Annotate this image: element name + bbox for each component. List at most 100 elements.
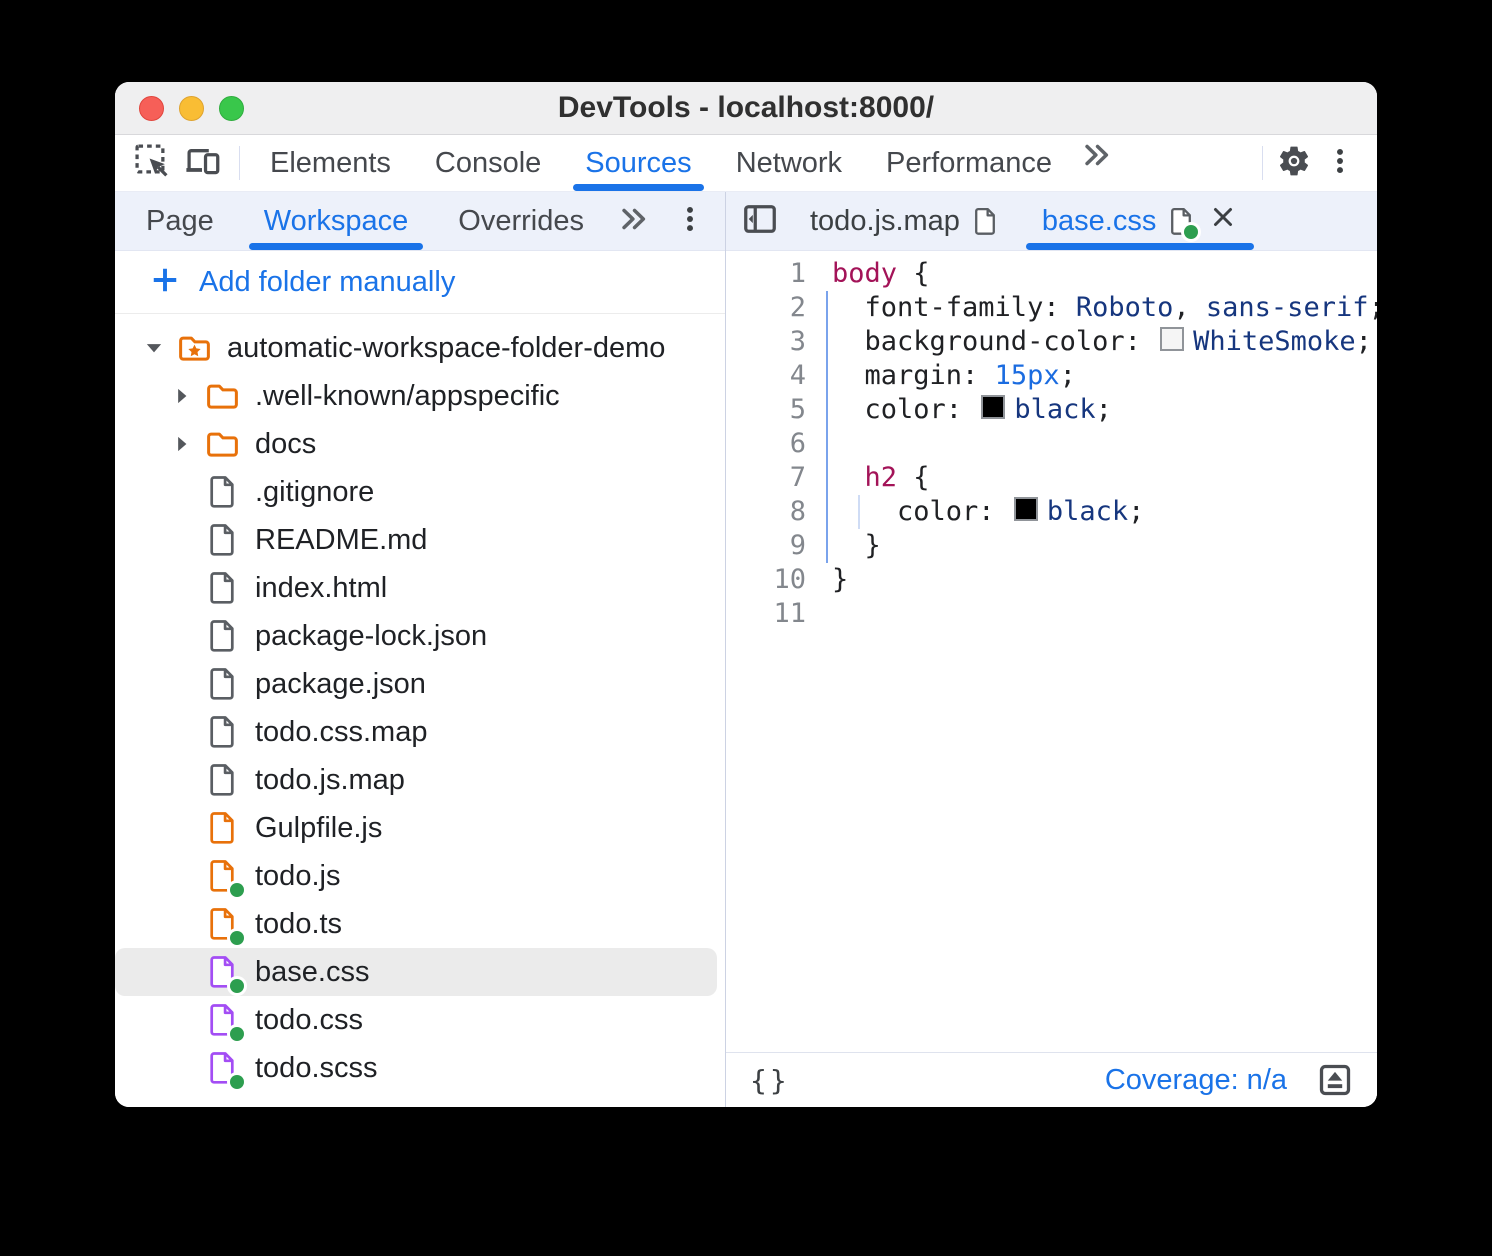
line-number[interactable]: 3 [726, 325, 806, 359]
tab-performance[interactable]: Performance [864, 135, 1074, 191]
caret-right-icon[interactable] [171, 433, 203, 455]
line-number[interactable]: 5 [726, 393, 806, 427]
line-number[interactable]: 2 [726, 291, 806, 325]
modified-dot [230, 1075, 244, 1089]
minimize-window-button[interactable] [179, 96, 204, 121]
tab-label: base.css [1042, 205, 1156, 238]
file-icon [203, 905, 241, 943]
tree-item-index-html[interactable]: index.html [115, 564, 725, 612]
kebab-menu-icon [1323, 144, 1357, 183]
tab-overrides[interactable]: Overrides [433, 192, 609, 250]
tab-label: Network [736, 147, 842, 180]
zoom-window-button[interactable] [219, 96, 244, 121]
toolbar-right-icons [1254, 135, 1377, 191]
window-title: DevTools - localhost:8000/ [115, 91, 1377, 125]
device-toolbar-button[interactable] [179, 141, 225, 185]
line-number[interactable]: 1 [726, 257, 806, 291]
code-text: { [897, 462, 930, 493]
inspect-button[interactable] [129, 141, 175, 185]
color-swatch[interactable] [1014, 497, 1038, 521]
code-line-content: font-family: Roboto, sans-serif; [806, 291, 1377, 325]
add-folder-button[interactable]: Add folder manually [115, 251, 725, 314]
eject-icon[interactable] [1317, 1062, 1353, 1098]
tree-item-base-css[interactable]: base.css [115, 948, 717, 996]
kebab-menu-icon [673, 202, 707, 241]
code-line-content: } [806, 563, 1377, 597]
file-icon [203, 857, 241, 895]
tab-sources[interactable]: Sources [563, 135, 713, 191]
tree-item-label: todo.scss [255, 1052, 378, 1085]
file-icon [203, 569, 241, 607]
css-value: black [1014, 394, 1095, 425]
tree-item-automatic-workspace-folder-demo[interactable]: automatic-workspace-folder-demo [115, 324, 725, 372]
editor-tab-todo-js-map[interactable]: todo.js.map [788, 192, 1020, 250]
line-number[interactable]: 9 [726, 529, 806, 563]
navigator-toggle-button[interactable] [732, 192, 788, 250]
tree-item-todo-scss[interactable]: todo.scss [115, 1044, 725, 1092]
line-number[interactable]: 4 [726, 359, 806, 393]
navigator-menu-button[interactable] [673, 192, 725, 250]
indent-guide [858, 495, 860, 529]
close-window-button[interactable] [139, 96, 164, 121]
more-navigator-tabs-button[interactable] [609, 192, 659, 250]
more-panels-button[interactable] [1074, 135, 1120, 179]
settings-button[interactable] [1271, 141, 1317, 185]
file-icon [203, 521, 241, 559]
editor-tabs: todo.js.map base.css [788, 192, 1260, 250]
tree-item-todo-css-map[interactable]: todo.css.map [115, 708, 725, 756]
color-swatch[interactable] [1160, 327, 1184, 351]
tree-item-readme-md[interactable]: README.md [115, 516, 725, 564]
tab-elements[interactable]: Elements [248, 135, 413, 191]
code-line-content: } [806, 529, 1377, 563]
tree-item-todo-css[interactable]: todo.css [115, 996, 725, 1044]
tree-item-label: todo.css.map [255, 716, 427, 749]
code-line: 11 [726, 597, 1377, 631]
modified-dot [230, 883, 244, 897]
code-line: 5 color: black; [726, 393, 1377, 427]
tree-item-package-json[interactable]: package.json [115, 660, 725, 708]
css-selector: h2 [865, 462, 898, 493]
coverage-link[interactable]: Coverage: n/a [1105, 1064, 1287, 1097]
tree-item-docs[interactable]: docs [115, 420, 725, 468]
line-number[interactable]: 7 [726, 461, 806, 495]
tab-workspace[interactable]: Workspace [239, 192, 434, 250]
tab-network[interactable]: Network [714, 135, 864, 191]
code-text: font-family: [832, 292, 1076, 323]
more-options-button[interactable] [1317, 141, 1363, 185]
code-line-content: background-color: WhiteSmoke; [806, 325, 1377, 359]
code-text: } [832, 530, 881, 561]
code-line-content: color: black; [806, 393, 1377, 427]
color-swatch[interactable] [981, 395, 1005, 419]
caret-down-icon[interactable] [143, 337, 175, 359]
tab-label: Console [435, 147, 541, 180]
double-chevron-icon [1080, 138, 1114, 177]
tree-item-todo-js-map[interactable]: todo.js.map [115, 756, 725, 804]
tree-item-gulpfile-js[interactable]: Gulpfile.js [115, 804, 725, 852]
toolbar-tabs: Elements Console Sources Network Performance [248, 135, 1074, 191]
code-line: 8 color: black; [726, 495, 1377, 529]
double-chevron-icon [617, 202, 651, 241]
caret-right-icon[interactable] [171, 385, 203, 407]
code-editor[interactable]: 1body {2 font-family: Roboto, sans-serif… [726, 251, 1377, 1052]
tab-console[interactable]: Console [413, 135, 563, 191]
tree-item-well-known-appspecific[interactable]: .well-known/appspecific [115, 372, 725, 420]
line-number[interactable]: 11 [726, 597, 806, 631]
tab-label: Overrides [458, 205, 584, 238]
navigator-tabbar: PageWorkspace Overrides [115, 192, 725, 251]
editor-tab-base-css[interactable]: base.css [1020, 192, 1260, 250]
pretty-print-button[interactable]: {} [750, 1064, 790, 1097]
device-toolbar-icon [183, 142, 221, 185]
line-number[interactable]: 6 [726, 427, 806, 461]
tree-item-package-lock-json[interactable]: package-lock.json [115, 612, 725, 660]
line-number[interactable]: 8 [726, 495, 806, 529]
tree-item-todo-ts[interactable]: todo.ts [115, 900, 725, 948]
close-tab-button[interactable] [1208, 202, 1238, 240]
line-number[interactable]: 10 [726, 563, 806, 597]
tree-item-label: todo.js.map [255, 764, 405, 797]
tree-item-todo-js[interactable]: todo.js [115, 852, 725, 900]
code-text: ; [1096, 394, 1112, 425]
tab-page[interactable]: Page [121, 192, 239, 250]
code-line: 1body { [726, 257, 1377, 291]
tree-item-gitignore[interactable]: .gitignore [115, 468, 725, 516]
window-titlebar: DevTools - localhost:8000/ [115, 82, 1377, 135]
